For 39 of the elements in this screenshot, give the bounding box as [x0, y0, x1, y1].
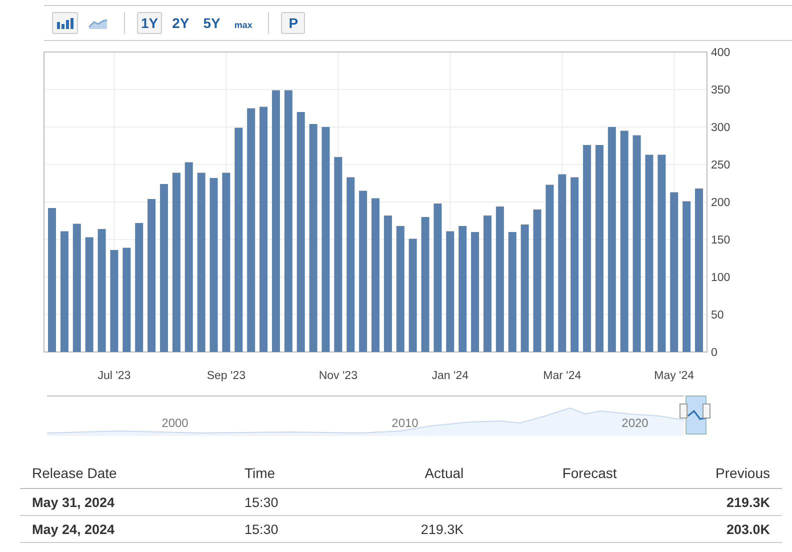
- x-axis-label: Mar '24: [543, 370, 582, 382]
- x-axis-label: May '24: [654, 370, 694, 382]
- navigator-year-label: 2020: [622, 416, 648, 430]
- navigator-year-label: 2010: [392, 416, 418, 430]
- table-cell: May 31, 2024: [20, 488, 232, 516]
- column-header: Time: [232, 459, 346, 488]
- chart-type-button[interactable]: [52, 12, 78, 34]
- range-button[interactable]: max: [230, 12, 256, 34]
- y-axis-label: 50: [711, 310, 724, 322]
- column-header: Release Date: [20, 459, 232, 488]
- range-button[interactable]: 5Y: [199, 12, 224, 34]
- y-axis-label: 250: [711, 160, 730, 172]
- column-header: Actual: [345, 459, 476, 488]
- column-header: Previous: [628, 459, 782, 488]
- y-axis-label: 400: [711, 47, 730, 59]
- area-chart-icon: [88, 17, 108, 29]
- table-cell: 219.3K: [628, 488, 782, 516]
- y-axis-label: 300: [711, 122, 730, 134]
- range-button[interactable]: 2Y: [168, 12, 194, 34]
- range-button[interactable]: 1Y: [137, 12, 162, 34]
- table-cell: 219.3K: [345, 516, 476, 542]
- y-axis-label: 350: [711, 84, 730, 96]
- y-axis-label: 100: [711, 272, 730, 284]
- x-axis-label: Nov '23: [318, 370, 358, 382]
- column-header: Forecast: [476, 459, 629, 488]
- x-axis-label: Jul '23: [98, 370, 131, 382]
- table-cell: 203.0K: [628, 516, 782, 542]
- x-axis-label: Jan '24: [432, 370, 469, 382]
- table-cell: May 24, 2024: [20, 516, 232, 542]
- bar-chart-icon: [56, 17, 74, 29]
- y-axis-label: 200: [711, 197, 730, 209]
- x-axis-label: Sep '23: [206, 370, 246, 382]
- navigator-year-label: 2000: [162, 416, 188, 430]
- range-selector-handle[interactable]: [680, 396, 710, 434]
- p-button[interactable]: P: [281, 12, 306, 34]
- table-cell: 15:30: [232, 488, 346, 516]
- table-cell: 15:30: [232, 516, 346, 542]
- y-axis-label: 150: [711, 234, 730, 246]
- y-axis-label: 0: [711, 347, 718, 359]
